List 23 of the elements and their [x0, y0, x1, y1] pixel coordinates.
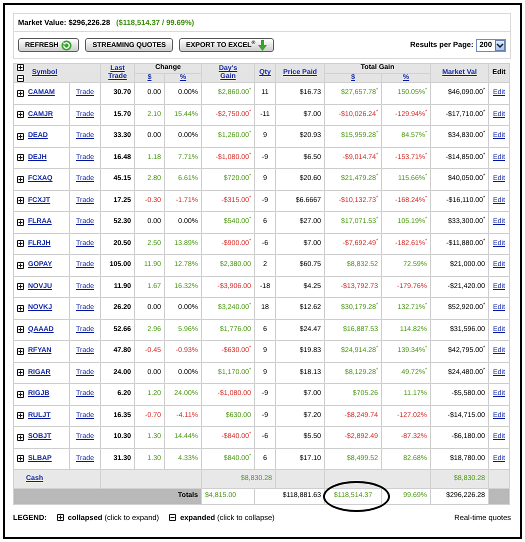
- down-arrow-icon: [258, 40, 268, 50]
- expand-icon[interactable]: [17, 348, 24, 355]
- expand-icon[interactable]: [17, 262, 24, 269]
- expand-icon[interactable]: [17, 304, 24, 312]
- collapse-icon[interactable]: [17, 75, 24, 82]
- expand-icon[interactable]: [17, 64, 24, 71]
- expand-icon[interactable]: [17, 132, 24, 140]
- expand-icon[interactable]: [17, 283, 24, 290]
- expand-icon[interactable]: [17, 90, 24, 97]
- expand-icon[interactable]: [17, 412, 24, 420]
- expand-icon[interactable]: [17, 455, 24, 462]
- expand-icon[interactable]: [17, 197, 24, 204]
- expand-icon[interactable]: [17, 218, 24, 226]
- refresh-icon: [61, 40, 72, 50]
- expand-icon[interactable]: [17, 240, 24, 248]
- expand-icon[interactable]: [17, 369, 24, 376]
- expand-icon[interactable]: [17, 154, 24, 162]
- expand-icon[interactable]: [17, 434, 24, 441]
- expand-icon[interactable]: [17, 390, 24, 398]
- expand-icon[interactable]: [17, 176, 24, 183]
- expand-icon[interactable]: [17, 326, 24, 334]
- caret-icon[interactable]: [495, 40, 505, 50]
- expand-icon[interactable]: [17, 111, 24, 118]
